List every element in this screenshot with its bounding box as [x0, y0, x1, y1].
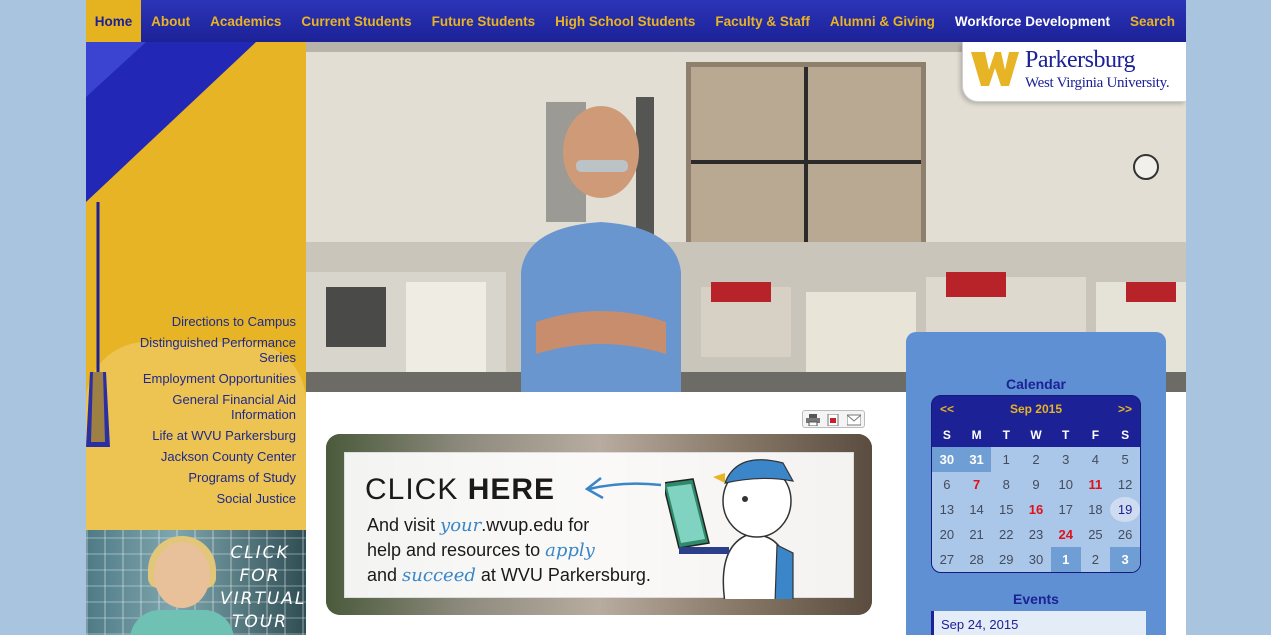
weekday-label: F [1091, 427, 1100, 442]
print-icon[interactable] [806, 413, 821, 427]
calendar-day[interactable]: 2 [1081, 547, 1111, 572]
calendar-day-today[interactable]: 19 [1110, 497, 1140, 522]
calendar-day[interactable]: 13 [932, 497, 962, 522]
calendar-day[interactable]: 21 [962, 522, 992, 547]
calendar-day[interactable]: 8 [991, 472, 1021, 497]
calendar-widget: << Sep 2015 >> S M T W T F S 30 31 1 2 3… [931, 395, 1141, 573]
calendar-day[interactable]: 10 [1051, 472, 1081, 497]
link-general-financial-aid[interactable]: General Financial Aid Information [106, 392, 296, 422]
banner-headline: CLICK HERE [365, 473, 556, 506]
weekday-label: S [942, 427, 951, 442]
calendar-day[interactable]: 30 [1021, 547, 1051, 572]
logo-name: Parkersburg [1025, 47, 1136, 73]
weekday-label: S [1121, 427, 1130, 442]
weekday-label: M [971, 427, 982, 442]
calendar-header: << Sep 2015 >> [932, 396, 1140, 422]
calendar-day[interactable]: 18 [1081, 497, 1111, 522]
quick-links: Directions to Campus Distinguished Perfo… [106, 314, 296, 512]
weekday-label: W [1030, 427, 1042, 442]
calendar-day[interactable]: 9 [1021, 472, 1051, 497]
calendar-day[interactable]: 29 [991, 547, 1021, 572]
virtual-tour-banner[interactable]: CLICK FOR VIRTUAL TOUR [86, 530, 306, 635]
student-photo-face [154, 542, 210, 608]
calendar-day[interactable]: 1 [991, 447, 1021, 472]
link-jackson-county-center[interactable]: Jackson County Center [106, 449, 296, 464]
student-photo-body [130, 610, 234, 635]
top-nav: Home About Academics Current Students Fu… [86, 0, 1186, 42]
calendar-title: Calendar [1006, 376, 1066, 392]
calendar-month: Sep 2015 [1009, 402, 1063, 416]
arrow-left-icon [584, 477, 662, 500]
nav-alumni-giving[interactable]: Alumni & Giving [820, 0, 945, 42]
weekday-label: T [1002, 427, 1010, 442]
link-programs-of-study[interactable]: Programs of Study [106, 470, 296, 485]
logo-subtitle: West Virginia University. [1025, 75, 1170, 91]
link-employment-opportunities[interactable]: Employment Opportunities [106, 371, 296, 386]
calendar-day[interactable]: 14 [962, 497, 992, 522]
calendar-day-event[interactable]: 16 [1021, 497, 1051, 522]
calendar-day[interactable]: 5 [1110, 447, 1140, 472]
nav-search[interactable]: Search [1120, 0, 1186, 42]
email-icon[interactable] [846, 413, 862, 426]
pdf-icon[interactable] [826, 413, 840, 427]
event-item[interactable]: Sep 24, 2015 [931, 611, 1146, 635]
page-tools [802, 410, 865, 428]
calendar-day-event[interactable]: 11 [1081, 472, 1111, 497]
calendar-day[interactable]: 26 [1110, 522, 1140, 547]
page: Home About Academics Current Students Fu… [86, 0, 1186, 635]
nav-faculty-staff[interactable]: Faculty & Staff [705, 0, 820, 42]
virtual-tour-text: CLICK FOR VIRTUAL TOUR [220, 543, 306, 632]
banner-card: CLICK HERE And visit your.wvup.edu for h… [344, 452, 854, 599]
nav-home[interactable]: Home [86, 0, 142, 42]
nav-current-students[interactable]: Current Students [291, 0, 421, 42]
calendar-day[interactable]: 3 [1051, 447, 1081, 472]
events-title: Events [1013, 591, 1059, 607]
calendar-day[interactable]: 2 [1021, 447, 1051, 472]
calendar-day[interactable]: 17 [1051, 497, 1081, 522]
link-directions-to-campus[interactable]: Directions to Campus [106, 314, 296, 329]
calendar-day[interactable]: 20 [932, 522, 962, 547]
calendar-day[interactable]: 3 [1110, 547, 1140, 572]
calendar-day[interactable]: 30 [932, 447, 962, 472]
banner-text: And visit your.wvup.edu for help and res… [367, 515, 651, 586]
calendar-day[interactable]: 27 [932, 547, 962, 572]
calendar-day[interactable]: 1 [1050, 547, 1081, 572]
link-distinguished-performance-series[interactable]: Distinguished Performance Series [106, 335, 296, 365]
calendar-day[interactable]: 31 [961, 447, 992, 472]
calendar-panel: Calendar << Sep 2015 >> S M T W T F S 30… [906, 332, 1166, 635]
nav-about[interactable]: About [141, 0, 200, 42]
calendar-weekdays: S M T W T F S [932, 422, 1140, 447]
nav-future-students[interactable]: Future Students [422, 0, 546, 42]
weekday-label: T [1062, 427, 1070, 442]
calendar-day[interactable]: 6 [932, 472, 962, 497]
click-here-banner[interactable]: CLICK HERE And visit your.wvup.edu for h… [326, 434, 872, 615]
nav-academics[interactable]: Academics [200, 0, 291, 42]
calendar-day[interactable]: 25 [1081, 522, 1111, 547]
wvu-parkersburg-logo[interactable]: Parkersburg West Virginia University. [962, 42, 1186, 102]
calendar-day[interactable]: 23 [1021, 522, 1051, 547]
calendar-day-event[interactable]: 24 [1051, 522, 1081, 547]
calendar-day[interactable]: 15 [991, 497, 1021, 522]
calendar-days: 30 31 1 2 3 4 5 6 7 8 9 10 11 12 13 14 1… [932, 447, 1140, 572]
calendar-day-event[interactable]: 7 [962, 472, 992, 497]
flying-wv-icon [971, 52, 1019, 86]
calendar-next-button[interactable]: >> [1118, 402, 1132, 416]
calendar-day[interactable]: 12 [1110, 472, 1140, 497]
calendar-prev-button[interactable]: << [940, 402, 954, 416]
nav-high-school-students[interactable]: High School Students [545, 0, 705, 42]
calendar-day[interactable]: 4 [1081, 447, 1111, 472]
calendar-day[interactable]: 22 [991, 522, 1021, 547]
left-panel: Directions to Campus Distinguished Perfo… [86, 42, 306, 530]
cartoon-student-icon [665, 459, 795, 599]
nav-workforce-development[interactable]: Workforce Development [945, 0, 1120, 42]
link-social-justice[interactable]: Social Justice [106, 491, 296, 506]
calendar-day[interactable]: 28 [962, 547, 992, 572]
link-life-at-wvu-parkersburg[interactable]: Life at WVU Parkersburg [106, 428, 296, 443]
